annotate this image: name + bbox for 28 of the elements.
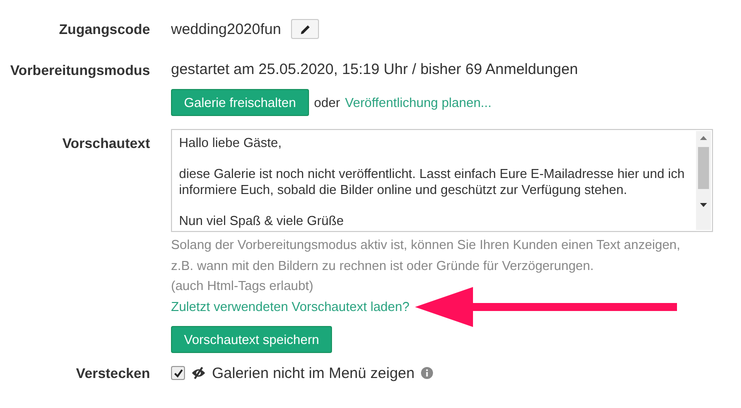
arrow-icon [415,286,678,326]
scroll-up-icon[interactable] [700,136,707,140]
info-icon[interactable] [420,367,433,379]
load-preview-link[interactable]: Zuletzt verwendeten Vorschautext laden? [171,299,410,314]
schedule-link[interactable]: Veröffentlichung planen... [345,95,492,110]
help-text: Solang der Vorbereitungsmodus aktiv ist, können Sie Ihren Kunden einen Text anzeigen, [171,236,682,254]
preview-paragraph: Nun viel Spaß & viele Grüße [179,212,345,229]
field-label: Vorschautext [61,134,150,153]
access-code-value: wedding2020fun [171,20,282,38]
field-label: Verstecken [75,365,150,381]
status-text: gestartet am 25.05.2020, 15:19 Uhr / bisher 69 Anmeldungen [171,60,579,80]
preview-paragraph: diese Galerie ist noch nicht veröffentlicht. Lasst einfach Eure E-Mailadresse hier und ich informiere Euch, sobald die Bilder online und geschützt zur Verfügung stehen. [179,166,686,198]
pencil-icon [300,24,311,34]
edit-button[interactable] [291,19,320,39]
scroll-down-icon[interactable] [700,203,707,207]
field-label: Vorbereitungsmodus [9,61,150,80]
checkbox[interactable] [171,366,185,380]
or-text: oder [314,95,340,110]
preview-paragraph: Hallo liebe Gäste, [179,135,283,152]
unlock-gallery-button[interactable]: Galerie freischalten [171,89,309,116]
hidden-eye-icon [191,367,206,379]
preview-text-field[interactable] [171,129,713,232]
hide-option-label: Galerien nicht im Menü zeigen [212,364,415,382]
save-preview-button[interactable]: Vorschautext speichern [171,326,332,352]
field-label: Zugangscode [58,21,150,37]
scrollbar[interactable] [696,131,711,230]
help-text: z.B. wann mit den Bildern zu rechnen ist oder Gründe für Verzögerungen. [171,256,595,275]
help-text: (auch Html-Tags erlaubt) [171,277,314,295]
